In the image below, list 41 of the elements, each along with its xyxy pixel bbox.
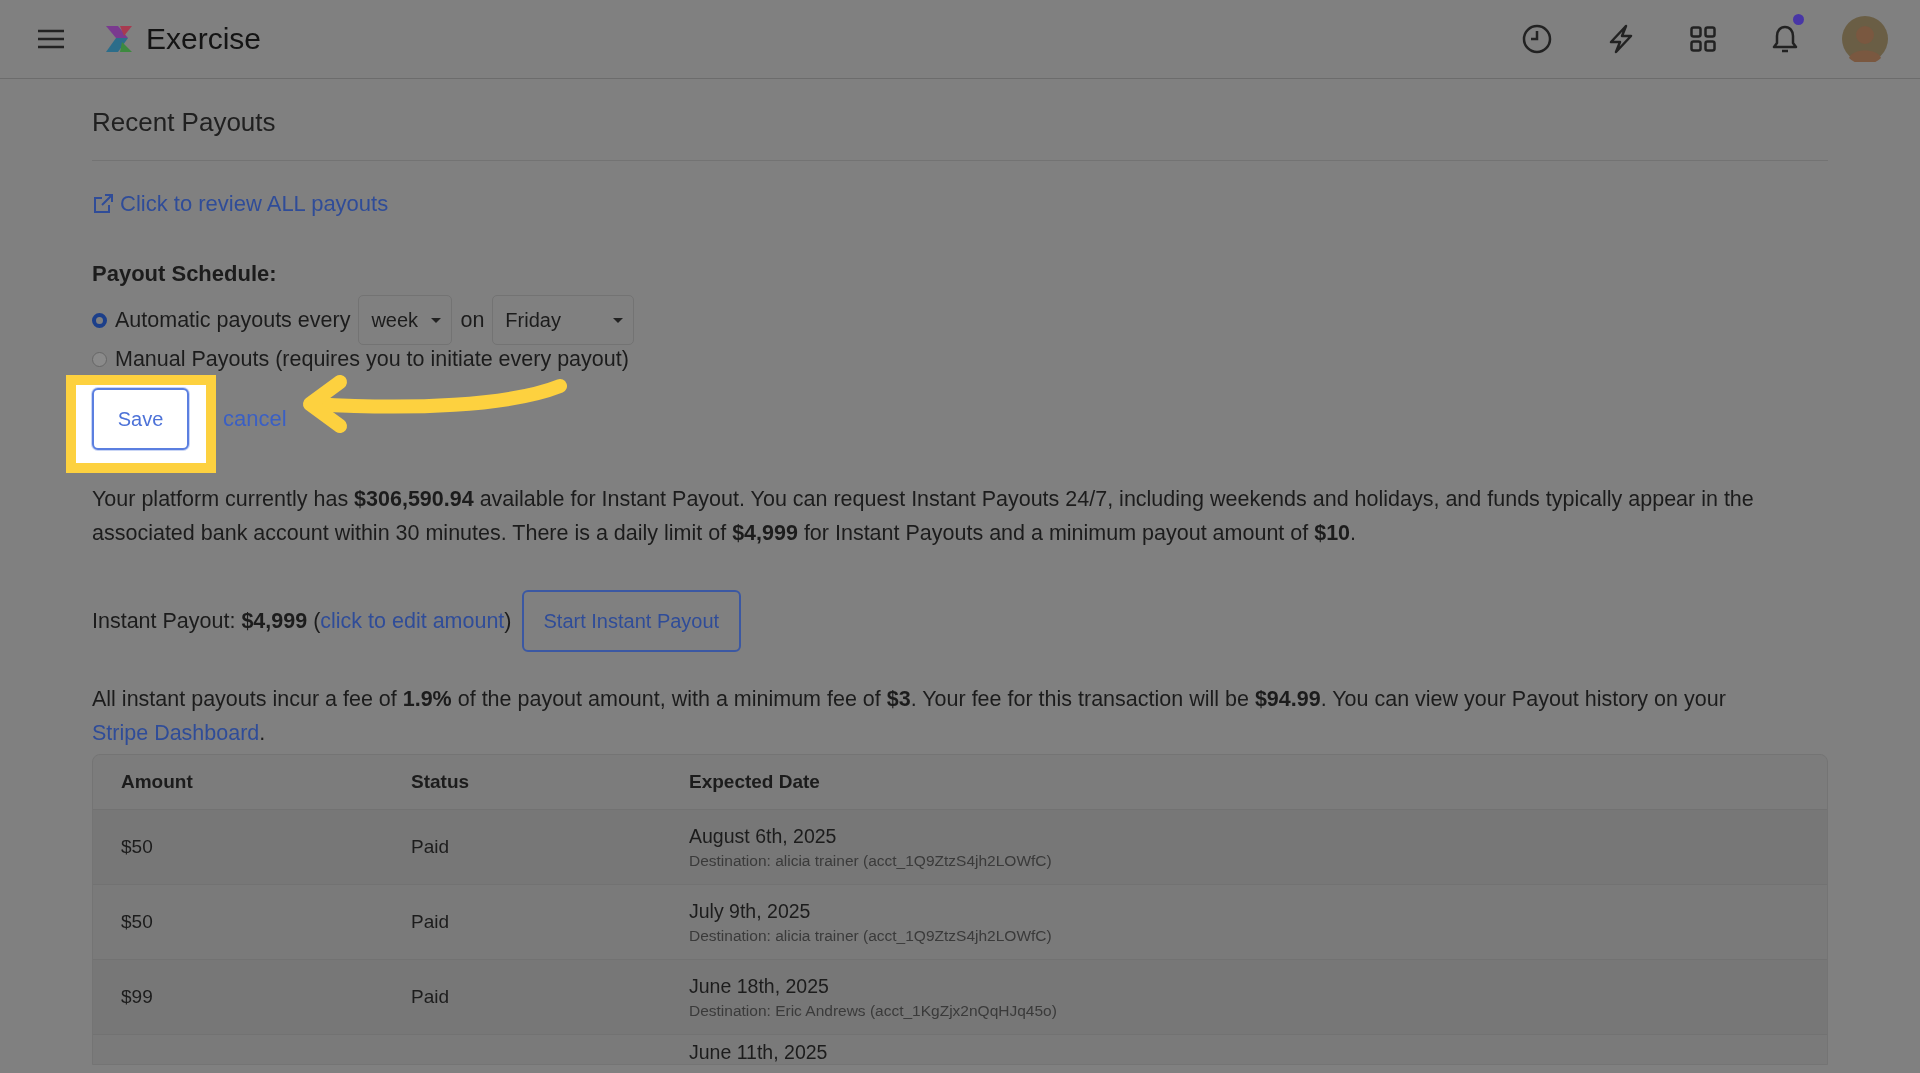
fee-paragraph: All instant payouts incur a fee of 1.9% of the payout amount, with a minimum fee of $3. Your fee for this transaction will be $94.99. You can view your Payout history on your Stripe Dashboard. <box>92 686 1727 747</box>
option-label: Manual Payouts (requires you to initiate every payout) <box>115 347 629 372</box>
interval-dropdown[interactable]: week <box>358 295 453 345</box>
balance-paragraph: Your platform currently has $306,590.94 available for Instant Payout. You can request Instant Payouts 24/7, including weekends and holidays, and funds typically appear in the associated bank account within 30 minutes. There is a daily limit of $4,999 for Instant Payouts and a minimum payout amount of $10. <box>92 486 1755 547</box>
external-link-icon <box>92 193 114 215</box>
amount-cell-text: $50 <box>121 911 154 933</box>
on-label: on <box>460 307 485 333</box>
menu-icon[interactable] <box>38 29 64 49</box>
date-text: July 9th, 2025 <box>689 899 812 923</box>
schedule-label: Payout Schedule: <box>92 261 278 287</box>
day-dropdown[interactable]: Friday <box>492 295 635 345</box>
amount-cell-text: $99 <box>121 986 154 1008</box>
instant-payout-text: Instant Payout: $4,999 (click to edit amount) <box>92 608 512 634</box>
destination-text: Destination: alicia trainer (acct_1Q9ZtzS4jh2LOWfC) <box>689 851 1052 870</box>
apps-grid-icon[interactable] <box>1690 26 1716 52</box>
column-header: Status <box>411 771 471 793</box>
column-header: Expected Date <box>689 771 820 793</box>
amount-cell-text: $50 <box>121 836 154 858</box>
radio-button[interactable] <box>92 312 107 328</box>
date-text: June 11th, 2025 <box>689 1041 828 1064</box>
review-payouts-link[interactable]: Click to review ALL payouts <box>92 191 389 217</box>
section-title: Recent Payouts <box>92 107 1828 161</box>
link[interactable]: Stripe Dashboard <box>92 721 260 745</box>
status-cell-text: Paid <box>411 836 451 858</box>
lightning-icon[interactable] <box>1608 24 1634 54</box>
column-header: Amount <box>121 771 194 793</box>
status-cell-text: Paid <box>411 986 451 1008</box>
radio-button[interactable] <box>92 352 107 367</box>
bell-icon[interactable] <box>1772 24 1798 54</box>
cancel-link[interactable]: cancel <box>223 406 287 432</box>
destination-text: Destination: alicia trainer (acct_1Q9ZtzS4jh2LOWfC) <box>689 926 1052 945</box>
start-instant-payout-button[interactable]: Start Instant Payout <box>521 590 742 652</box>
app-name: Exercise <box>146 22 262 56</box>
status-cell-text: Paid <box>411 911 451 933</box>
date-text: August 6th, 2025 <box>689 824 838 848</box>
clock-icon[interactable] <box>1522 24 1552 54</box>
option-label: Automatic payouts every <box>115 307 351 333</box>
date-text: June 18th, 2025 <box>689 974 830 998</box>
destination-text: Destination: Eric Andrews (acct_1KgZjx2nQqHJq45o) <box>689 1001 1057 1020</box>
save-button[interactable]: Save <box>92 388 189 450</box>
link[interactable]: click to edit amount <box>320 608 505 633</box>
